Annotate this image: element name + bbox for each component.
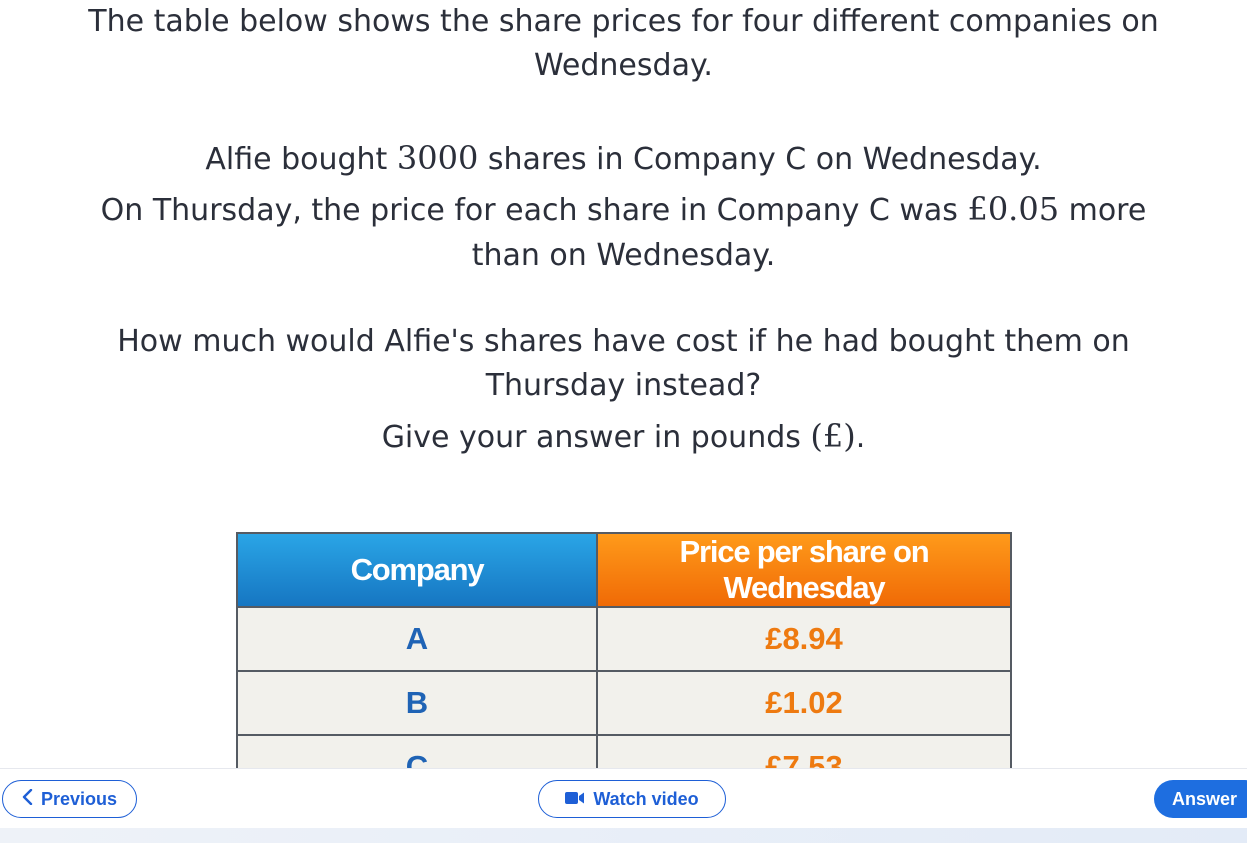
question-text-fragment: . bbox=[855, 420, 866, 455]
math-number: £0.05 bbox=[967, 190, 1060, 228]
bottom-shade bbox=[0, 828, 1247, 843]
company-cell: B bbox=[236, 670, 598, 736]
price-cell: £7.53 bbox=[596, 734, 1012, 768]
question-text-fragment: shares in Company C on Wednesday. bbox=[478, 142, 1042, 177]
table-row: A £8.94 bbox=[236, 606, 1012, 672]
question-line: Give your answer in pounds (£). bbox=[0, 416, 1247, 458]
question-line: Thursday instead? bbox=[485, 368, 762, 403]
question-text-fragment: more bbox=[1059, 193, 1147, 228]
question-line: How much would Alfie's shares have cost … bbox=[117, 324, 1130, 359]
previous-button[interactable]: Previous bbox=[2, 780, 137, 818]
question-line: Alfie bought 3000 shares in Company C on… bbox=[0, 138, 1247, 180]
answer-label: Answer bbox=[1172, 788, 1238, 809]
question-line: On Thursday, the price for each share in… bbox=[0, 189, 1247, 231]
video-camera-icon bbox=[565, 789, 585, 810]
watch-video-label: Watch video bbox=[593, 788, 699, 809]
question-text-fragment: Give your answer in pounds bbox=[381, 420, 811, 455]
share-price-table: Company Price per share on Wednesday A £… bbox=[236, 532, 1012, 768]
company-cell: C bbox=[236, 734, 598, 768]
question-line: The table below shows the share prices f… bbox=[88, 4, 1159, 39]
answer-button[interactable]: Answer bbox=[1154, 780, 1247, 818]
math-number: 3000 bbox=[396, 139, 479, 177]
question-line: Wednesday. bbox=[534, 48, 713, 83]
table-row: C £7.53 bbox=[236, 734, 1012, 768]
table-row: B £1.02 bbox=[236, 670, 1012, 736]
previous-label: Previous bbox=[40, 788, 118, 809]
price-cell: £1.02 bbox=[596, 670, 1012, 736]
question-text-fragment: Alfie bought bbox=[205, 142, 397, 177]
bottom-navigation-bar: Previous Watch video Answer bbox=[0, 768, 1247, 828]
header-price: Price per share on Wednesday bbox=[596, 532, 1012, 608]
math-unit: (£) bbox=[810, 417, 856, 455]
company-cell: A bbox=[236, 606, 598, 672]
table-header-row: Company Price per share on Wednesday bbox=[236, 532, 1012, 608]
question-text-fragment: On Thursday, the price for each share in… bbox=[100, 193, 968, 228]
chevron-left-icon bbox=[22, 788, 33, 810]
question-line: than on Wednesday. bbox=[471, 238, 776, 273]
header-company: Company bbox=[236, 532, 598, 608]
share-price-table-container: Company Price per share on Wednesday A £… bbox=[236, 532, 1012, 768]
watch-video-button[interactable]: Watch video bbox=[538, 780, 726, 818]
price-cell: £8.94 bbox=[596, 606, 1012, 672]
